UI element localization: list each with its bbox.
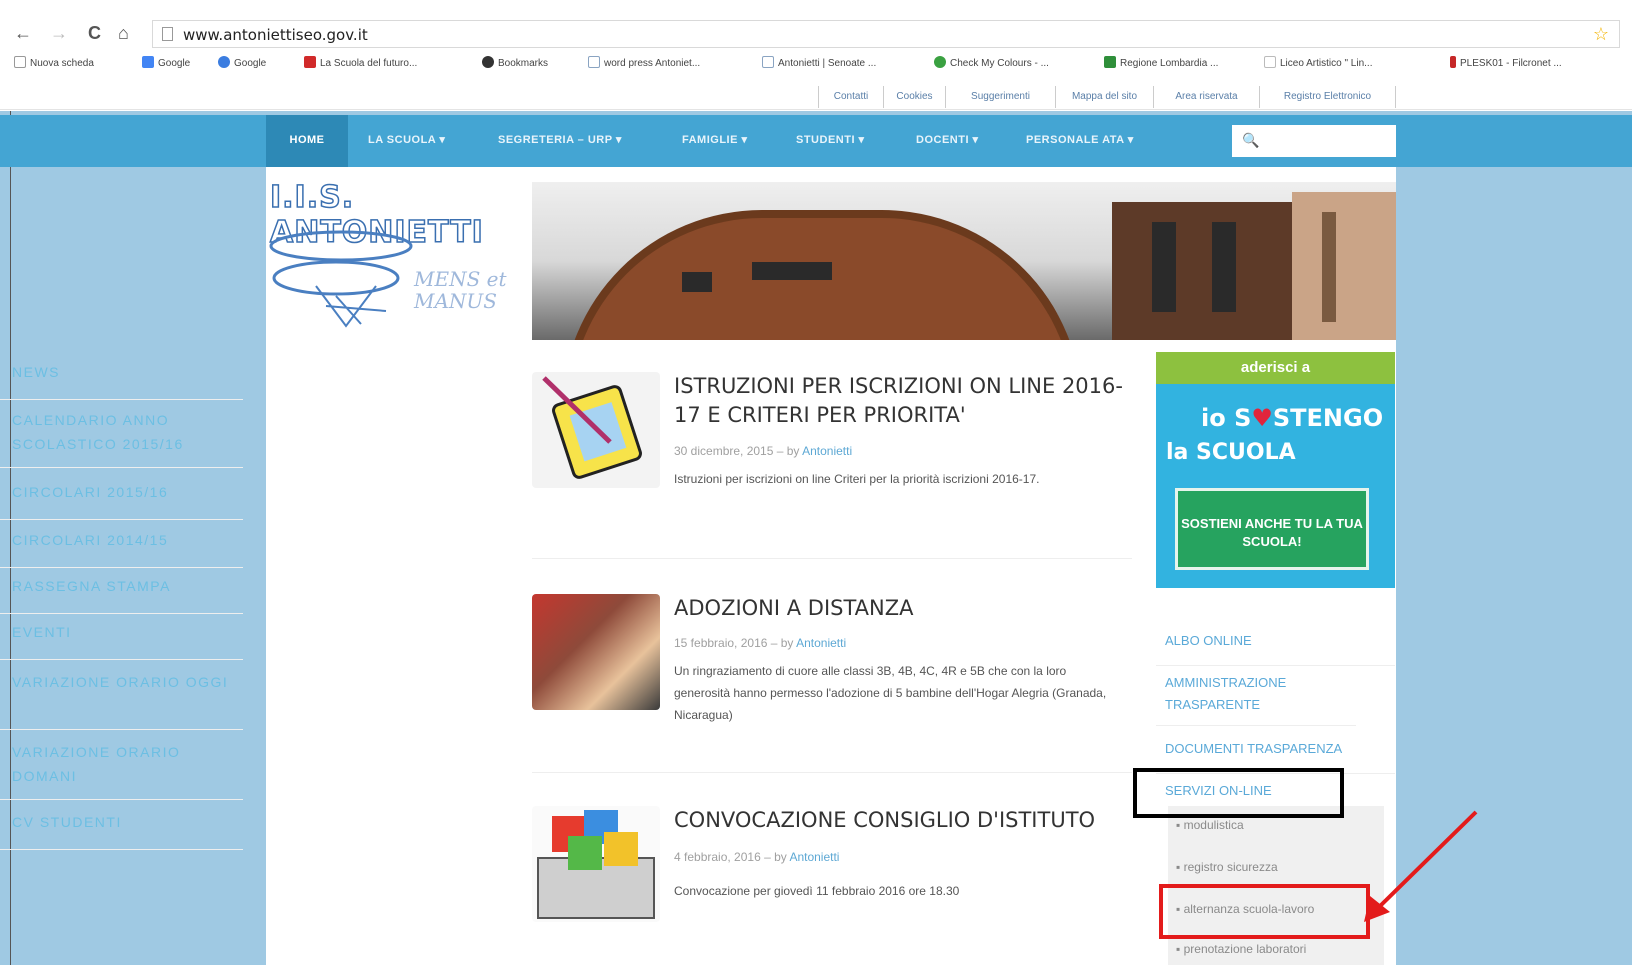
submenu-prenotazione[interactable]: ▪ prenotazione laboratori xyxy=(1176,942,1306,956)
highlight-box-red xyxy=(1159,884,1370,939)
heart-icon: ♥ xyxy=(1251,404,1273,432)
school-logo[interactable]: I.I.S. ANTONIETTI MENS et MANUS xyxy=(266,179,510,338)
util-link-suggerimenti[interactable]: Suggerimenti xyxy=(946,86,1056,108)
rightnav-albo-online[interactable]: ALBO ONLINE xyxy=(1156,630,1395,666)
article-author-link[interactable]: Antonietti xyxy=(796,636,846,650)
bookmark-star-icon[interactable]: ☆ xyxy=(1593,24,1609,45)
main-menu: HOME LA SCUOLA ▾ SEGRETERIA – URP ▾ FAMI… xyxy=(0,115,1632,167)
sostengo-top: aderisci a xyxy=(1156,352,1395,384)
banner-window xyxy=(1322,212,1336,322)
browser-nav-row: ← → C ⌂ www.antoniettiseo.gov.it ☆ xyxy=(0,20,1632,48)
home-icon[interactable]: ⌂ xyxy=(118,22,129,44)
menu-personale-ata[interactable]: PERSONALE ATA ▾ xyxy=(1026,115,1134,167)
highlight-box-black xyxy=(1133,768,1344,818)
logo-motto: MENS et MANUS xyxy=(414,267,507,313)
article-meta: 30 dicembre, 2015 – by Antonietti xyxy=(674,444,853,458)
util-link-cookies[interactable]: Cookies xyxy=(884,86,946,108)
back-icon[interactable]: ← xyxy=(14,22,32,44)
bookmark-item[interactable]: Check My Colours - ... xyxy=(934,56,1049,69)
leftnav-variazione-domani[interactable]: VARIAZIONE ORARIO DOMANI xyxy=(0,740,243,800)
menu-home[interactable]: HOME xyxy=(266,115,348,167)
banner-window xyxy=(1152,222,1176,312)
banner-window xyxy=(752,262,832,280)
article-excerpt: Un ringraziamento di cuore alle classi 3… xyxy=(674,664,1107,722)
bookmark-item[interactable]: La Scuola del futuro... xyxy=(304,56,417,69)
sostengo-logo: io S♥STENGO xyxy=(1201,404,1384,432)
page-icon xyxy=(162,27,173,41)
leftnav-calendario[interactable]: CALENDARIO ANNO SCOLASTICO 2015/16 xyxy=(0,408,243,468)
helicopter-drawing-icon xyxy=(269,230,413,328)
sostengo-logo-line2: la SCUOLA xyxy=(1166,440,1296,465)
menu-famiglie[interactable]: FAMIGLIE ▾ xyxy=(682,115,748,167)
article-item: CONVOCAZIONE CONSIGLIO D'ISTITUTO 4 febb… xyxy=(532,806,1132,926)
article-title-link[interactable]: ADOZIONI A DISTANZA xyxy=(674,594,1134,623)
browser-chrome: ← → C ⌂ www.antoniettiseo.gov.it ☆ Nuova… xyxy=(0,0,1632,110)
red-arrow-icon xyxy=(1364,810,1478,922)
banner-building-shape xyxy=(1292,192,1396,340)
leftnav-eventi[interactable]: EVENTI xyxy=(0,620,243,660)
article-meta: 15 febbraio, 2016 – by Antonietti xyxy=(674,636,847,650)
bookmark-item[interactable]: Antonietti | Senoate ... xyxy=(762,56,876,69)
banner-window xyxy=(1212,222,1236,312)
article-divider xyxy=(532,772,1132,773)
submenu-modulistica[interactable]: ▪ modulistica xyxy=(1176,818,1244,832)
bookmarks-bar: Nuova scheda Google Google La Scuola del… xyxy=(0,51,1632,75)
bookmark-item[interactable]: Google xyxy=(142,56,190,69)
submenu-registro-sicurezza[interactable]: ▪ registro sicurezza xyxy=(1176,860,1278,874)
leftnav-rassegna-stampa[interactable]: RASSEGNA STAMPA xyxy=(0,574,243,614)
address-bar[interactable]: www.antoniettiseo.gov.it ☆ xyxy=(152,20,1620,48)
article-author-link[interactable]: Antonietti xyxy=(802,444,852,458)
bookmark-item[interactable]: Google xyxy=(218,56,266,69)
bookmark-item[interactable]: Bookmarks xyxy=(482,56,548,69)
bookmark-item[interactable]: Regione Lombardia ... xyxy=(1104,56,1218,69)
sostieni-button[interactable]: SOSTIENI ANCHE TU LA TUA SCUOLA! xyxy=(1175,488,1369,570)
article-excerpt: Istruzioni per iscrizioni on line Criter… xyxy=(674,472,1040,486)
bookmark-item[interactable]: Liceo Artistico " Lin... xyxy=(1264,56,1372,69)
clipboard-icon[interactable] xyxy=(532,372,660,488)
util-link-registro[interactable]: Registro Elettronico xyxy=(1260,86,1396,108)
leftnav-cv-studenti[interactable]: CV STUDENTI xyxy=(0,810,243,850)
article-meta: 4 febbraio, 2016 – by Antonietti xyxy=(674,850,840,864)
bookmark-item[interactable]: PLESK01 - Filcronet ... xyxy=(1450,56,1562,69)
article-divider xyxy=(532,558,1132,559)
article-item: ADOZIONI A DISTANZA 15 febbraio, 2016 – … xyxy=(532,594,1132,734)
reload-icon[interactable]: C xyxy=(88,22,101,44)
menu-docenti[interactable]: DOCENTI ▾ xyxy=(916,115,979,167)
article-title-link[interactable]: CONVOCAZIONE CONSIGLIO D'ISTITUTO xyxy=(674,806,1134,835)
menu-studenti[interactable]: STUDENTI ▾ xyxy=(796,115,865,167)
leftnav-circolari-2015[interactable]: CIRCOLARI 2015/16 xyxy=(0,480,243,520)
search-input[interactable]: 🔍 xyxy=(1232,125,1396,157)
forward-icon[interactable]: → xyxy=(50,22,68,44)
article-author-link[interactable]: Antonietti xyxy=(789,850,839,864)
menu-segreteria[interactable]: SEGRETERIA – URP ▾ xyxy=(498,115,622,167)
bookmark-item[interactable]: word press Antoniet... xyxy=(588,56,700,69)
util-link-contatti[interactable]: Contatti xyxy=(818,86,884,108)
url-text: www.antoniettiseo.gov.it xyxy=(183,26,368,44)
leftnav-circolari-2014[interactable]: CIRCOLARI 2014/15 xyxy=(0,528,243,568)
rightnav-amministrazione[interactable]: AMMINISTRAZIONE TRASPARENTE xyxy=(1156,672,1356,726)
ballot-box-icon[interactable] xyxy=(532,806,660,922)
leftnav-variazione-oggi[interactable]: VARIAZIONE ORARIO OGGI xyxy=(0,670,243,730)
util-link-area-riservata[interactable]: Area riservata xyxy=(1154,86,1260,108)
menu-la-scuola[interactable]: LA SCUOLA ▾ xyxy=(368,115,445,167)
util-link-mappa[interactable]: Mappa del sito xyxy=(1056,86,1154,108)
bookmark-item[interactable]: Nuova scheda xyxy=(14,56,94,69)
children-photo-icon[interactable] xyxy=(532,594,660,710)
article-title-link[interactable]: ISTRUZIONI PER ISCRIZIONI ON LINE 2016-1… xyxy=(674,372,1134,430)
article-excerpt: Convocazione per giovedì 11 febbraio 201… xyxy=(674,884,960,898)
header-banner-photo xyxy=(532,182,1396,340)
search-icon: 🔍 xyxy=(1242,132,1260,148)
banner-window xyxy=(682,272,712,292)
article-item: ISTRUZIONI PER ISCRIZIONI ON LINE 2016-1… xyxy=(532,372,1132,512)
leftnav-news[interactable]: NEWS xyxy=(0,360,243,400)
